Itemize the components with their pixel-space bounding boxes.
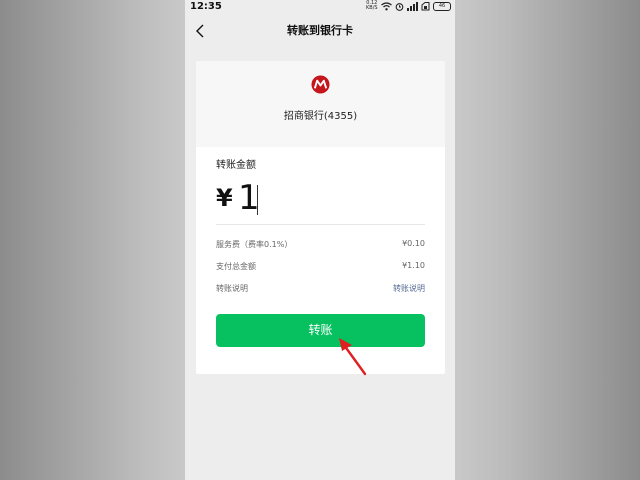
total-amount-label: 支付总金额 bbox=[216, 262, 256, 271]
network-speed: 0.12 KB/S bbox=[366, 1, 378, 11]
bank-info[interactable]: 招商银行(4355) bbox=[196, 61, 445, 147]
annotation-arrow-icon bbox=[339, 338, 367, 376]
status-bar: 12:35 0.12 KB/S 46 bbox=[185, 0, 455, 14]
sim-signal-icon bbox=[421, 2, 430, 11]
status-icons: 46 bbox=[381, 2, 451, 11]
page-title: 转账到银行卡 bbox=[287, 24, 353, 37]
network-speed-unit: KB/S bbox=[366, 5, 378, 11]
amount-label: 转账金额 bbox=[216, 160, 256, 171]
transfer-note-label: 转账说明 bbox=[216, 284, 248, 293]
service-fee-label: 服务费（费率0.1%） bbox=[216, 240, 293, 249]
status-time: 12:35 bbox=[190, 1, 222, 12]
phone-screen: 12:35 0.12 KB/S 46 转账到银行卡 招商银行(4355) 转账金… bbox=[185, 0, 455, 480]
transfer-note-link[interactable]: 转账说明 bbox=[393, 283, 425, 294]
currency-symbol: ¥ bbox=[216, 184, 233, 212]
total-amount-value: ¥1.10 bbox=[402, 261, 425, 270]
transfer-button[interactable]: 转账 bbox=[216, 314, 425, 347]
navigation-bar: 转账到银行卡 bbox=[185, 16, 455, 46]
service-fee-value: ¥0.10 bbox=[402, 239, 425, 248]
wifi-icon bbox=[381, 2, 392, 11]
alarm-icon bbox=[395, 3, 404, 11]
battery-icon: 46 bbox=[433, 2, 451, 11]
transfer-card: 招商银行(4355) 转账金额 ¥ 1 服务费（费率0.1%） ¥0.10 支付… bbox=[196, 61, 445, 374]
signal-icon bbox=[407, 2, 418, 11]
text-cursor bbox=[257, 185, 258, 215]
divider bbox=[216, 224, 425, 225]
bank-name: 招商银行(4355) bbox=[283, 111, 358, 122]
china-merchants-bank-logo-icon bbox=[311, 75, 330, 94]
